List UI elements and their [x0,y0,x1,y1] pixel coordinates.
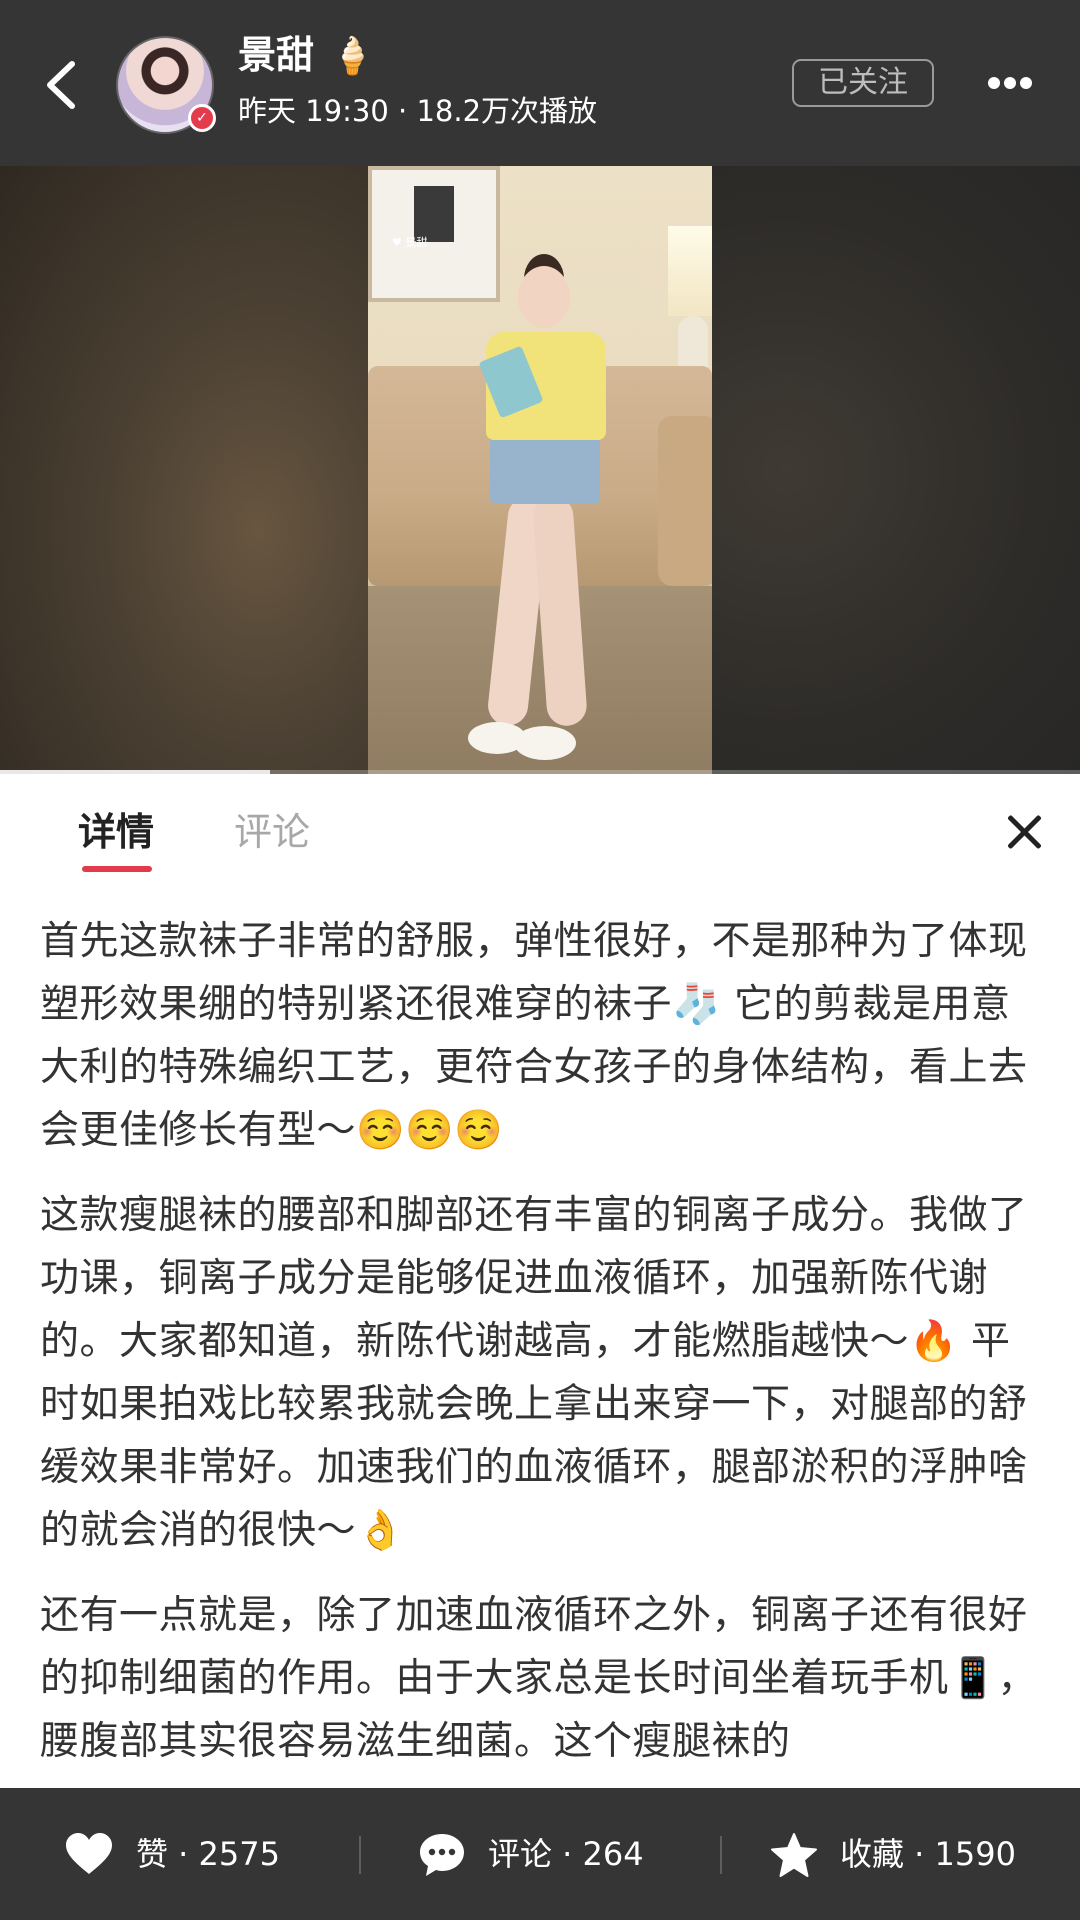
content-paragraph: 这款瘦腿袜的腰部和脚部还有丰富的铜离子成分。我做了功课，铜离子成分是能够促进血液… [40,1193,1028,1553]
video-frame[interactable]: ♥ 景甜 [368,166,712,774]
top-bar: ✓ 景甜 🍦 昨天 19:30 · 18.2万次播放 已关注 [0,0,1080,166]
favorite-label: 收藏 · 1590 [840,1835,1016,1873]
post-content[interactable]: 首先这款袜子非常的舒服，弹性很好，不是那种为了体现塑形效果绷的特别紧还很难穿的袜… [40,910,1044,1788]
divider [720,1836,722,1874]
follow-button[interactable]: 已关注 [792,59,934,107]
video-blur-background-right [712,166,1080,774]
video-watermark: ♥ 景甜 [392,236,427,250]
more-icon[interactable] [984,72,1036,94]
comment-button[interactable]: 评论 · 264 [418,1788,678,1920]
watermark-heart-icon: ♥ [392,236,402,249]
back-arrow-icon[interactable] [40,58,80,112]
username[interactable]: 景甜 [238,32,314,78]
favorite-button[interactable]: 收藏 · 1590 [770,1788,1070,1920]
video-player[interactable]: ♥ 景甜 [0,166,1080,774]
like-button[interactable]: 赞 · 2575 [64,1788,304,1920]
like-label: 赞 · 2575 [136,1835,280,1873]
person-shorts [490,434,600,504]
video-blur-background-left [0,166,368,774]
content-paragraph: 还有一点就是，除了加速血液循环之外，铜离子还有很好的抑制细菌的作用。由于大家总是… [40,1593,1038,1764]
sofa-arm [658,416,712,586]
divider [359,1836,361,1874]
close-icon[interactable] [1004,812,1044,852]
star-icon [771,1833,817,1877]
active-tab-indicator [82,866,152,872]
avatar[interactable]: ✓ [116,36,216,134]
watermark-name: 景甜 [405,236,428,249]
tab-comments[interactable]: 评论 [234,808,310,856]
tab-details[interactable]: 详情 [78,808,154,856]
bottom-action-bar: 赞 · 2575 评论 · 264 收藏 · 1590 [0,1788,1080,1920]
content-paragraph: 首先这款袜子非常的舒服，弹性很好，不是那种为了体现塑形效果绷的特别紧还很难穿的袜… [40,919,1028,1153]
comment-label: 评论 · 264 [488,1835,644,1873]
comment-icon [420,1834,464,1876]
post-meta: 昨天 19:30 · 18.2万次播放 [238,94,598,128]
wall-picture [368,166,500,302]
person-head [518,266,570,328]
ice-cream-emoji: 🍦 [330,36,375,77]
verified-icon: ✓ [188,104,216,132]
lamp-shade [668,226,712,316]
heart-icon [66,1833,112,1874]
detail-tabs: 详情 评论 [0,774,1080,890]
slipper [514,726,576,760]
